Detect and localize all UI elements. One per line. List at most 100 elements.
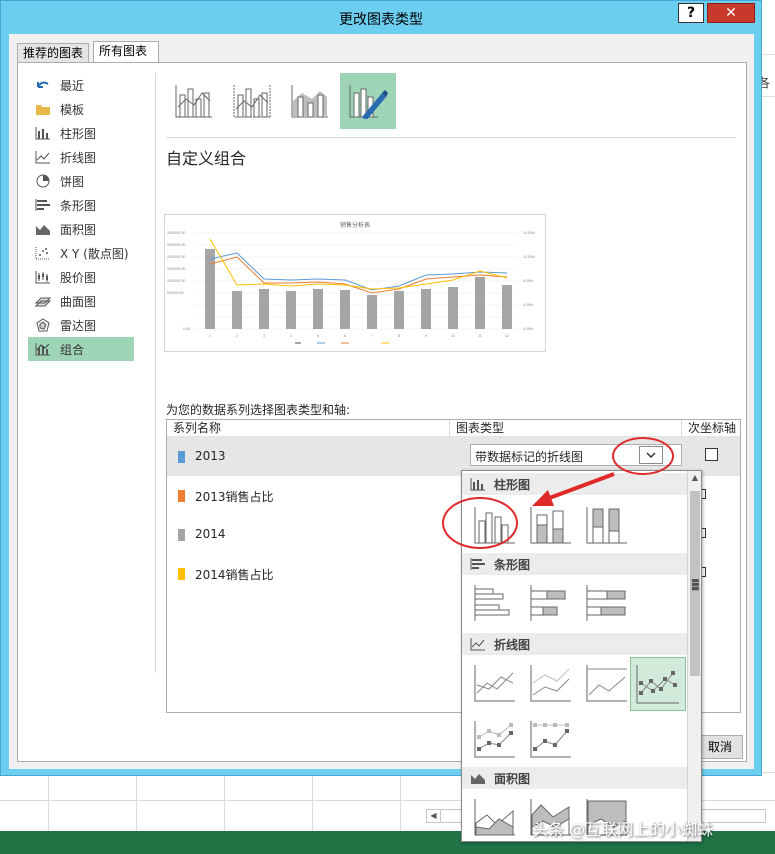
line-chart-icon [470, 637, 486, 651]
stock-chart-icon [34, 269, 52, 285]
sidebar-item-pie[interactable]: 饼图 [28, 169, 134, 193]
header-secondary-axis: 次坐标轴 [688, 421, 737, 435]
sidebar-item-surface[interactable]: 曲面图 [28, 289, 134, 313]
gallery-section-bar: 条形图 [462, 553, 687, 575]
area-icon[interactable] [469, 791, 521, 841]
series-name: 2014销售占比 [195, 568, 274, 582]
chart-type-value: 带数据标记的折线图 [475, 450, 584, 464]
dialog-title: 更改图表类型 [339, 12, 423, 28]
gallery-scrollbar[interactable]: ▲ ▬ ▬ ▬ [687, 471, 701, 841]
custom-combo-icon[interactable] [340, 73, 396, 129]
sidebar-item-bar[interactable]: 条形图 [28, 193, 134, 217]
svg-text:11: 11 [478, 334, 482, 338]
close-button[interactable]: ✕ [707, 3, 755, 23]
help-button[interactable]: ? [678, 3, 704, 23]
highlight-circle [612, 437, 674, 475]
sidebar-item-line[interactable]: 折线图 [28, 145, 134, 169]
stacked-line-icon[interactable] [525, 657, 577, 709]
series-color-swatch [178, 568, 185, 580]
bar-chart-icon [470, 557, 486, 571]
100-stacked-bar-icon[interactable] [581, 577, 633, 629]
sidebar-item-column[interactable]: 柱形图 [28, 121, 134, 145]
annotation-arrow-icon [532, 472, 615, 506]
svg-text:0.00: 0.00 [183, 327, 190, 331]
svg-text:14.00%: 14.00% [523, 231, 535, 235]
line-icon[interactable] [469, 657, 521, 709]
highlight-circle [442, 497, 518, 549]
sidebar-item-label: 雷达图 [60, 318, 97, 333]
chart-preview: 销售分析表 3000000.00 2500000.00 2000000.00 1… [164, 214, 546, 352]
sidebar-item-label: 模板 [60, 102, 85, 117]
sidebar-item-label: X Y (散点图) [60, 246, 129, 261]
tab-recommended[interactable]: 推荐的图表 [17, 43, 89, 63]
svg-text:5: 5 [317, 334, 319, 338]
watermark-text: 头条 @互联网上的小蜘蛛 [532, 820, 714, 839]
sidebar-item-label: 最近 [60, 78, 85, 93]
svg-text:3000000.00: 3000000.00 [167, 231, 186, 235]
100-stacked-line-markers-icon[interactable] [525, 713, 577, 765]
100-stacked-line-icon[interactable] [581, 657, 633, 709]
clustered-bar-icon[interactable] [469, 577, 521, 629]
svg-text:4: 4 [290, 334, 292, 338]
divider [155, 73, 156, 673]
sidebar-item-label: 折线图 [60, 150, 97, 165]
gallery-section-label: 条形图 [494, 558, 531, 572]
sidebar-item-label: 曲面图 [60, 294, 97, 309]
series-name: 2013 [195, 449, 226, 463]
sidebar-item-radar[interactable]: 雷达图 [28, 313, 134, 337]
line-with-markers-icon[interactable] [630, 657, 686, 711]
svg-text:12.00%: 12.00% [523, 255, 535, 259]
area-chart-icon [470, 771, 486, 785]
gallery-section-area: 面积图 [462, 767, 687, 789]
combo-area-column-icon[interactable] [282, 73, 338, 129]
svg-text:1500000.00: 1500000.00 [167, 267, 186, 271]
sidebar-item-scatter[interactable]: X Y (散点图) [28, 241, 134, 265]
svg-text:10: 10 [451, 334, 455, 338]
series-name: 2013销售占比 [195, 490, 274, 504]
svg-text:500000.00: 500000.00 [167, 291, 184, 295]
column-chart-icon [34, 125, 52, 141]
gallery-section-label: 面积图 [494, 772, 531, 786]
svg-text:1000000.00: 1000000.00 [167, 279, 186, 283]
divider [166, 137, 736, 138]
svg-text:9: 9 [425, 334, 427, 338]
area-chart-icon [34, 221, 52, 237]
sidebar-item-label: 饼图 [60, 174, 85, 189]
svg-text:8: 8 [398, 334, 400, 338]
combo-heading: 自定义组合 [166, 149, 247, 168]
sidebar-item-label: 股价图 [60, 270, 97, 285]
svg-text:6: 6 [344, 334, 346, 338]
header-series-name: 系列名称 [167, 420, 450, 436]
sidebar-item-stock[interactable]: 股价图 [28, 265, 134, 289]
sidebar-item-templates[interactable]: 模板 [28, 97, 134, 121]
sidebar-item-recent[interactable]: 最近 [28, 73, 134, 97]
secondary-axis-checkbox[interactable] [705, 448, 718, 461]
combo-clustered-column-line-icon[interactable] [166, 73, 222, 129]
stacked-bar-icon[interactable] [525, 577, 577, 629]
pie-chart-icon [34, 173, 52, 189]
series-color-swatch [178, 451, 185, 463]
scroll-left-icon[interactable]: ◀ [427, 810, 441, 822]
sidebar-item-combo[interactable]: 组合 [28, 337, 134, 361]
scatter-chart-icon [34, 245, 52, 261]
svg-text:7: 7 [371, 334, 373, 338]
combo-chart-icon [34, 341, 52, 357]
svg-text:2: 2 [236, 334, 238, 338]
radar-chart-icon [34, 317, 52, 333]
tab-all-charts[interactable]: 所有图表 [93, 41, 159, 64]
title-bar: 更改图表类型 ? ✕ [1, 1, 761, 34]
svg-text:3: 3 [263, 334, 265, 338]
scroll-grip-icon: ▬ ▬ ▬ [691, 576, 700, 594]
scroll-up-icon[interactable]: ▲ [688, 473, 701, 482]
stacked-line-markers-icon[interactable] [469, 713, 521, 765]
series-name: 2014 [195, 527, 226, 541]
sidebar-item-label: 柱形图 [60, 126, 97, 141]
combo-column-line-secondary-icon[interactable] [224, 73, 280, 129]
sidebar-item-area[interactable]: 面积图 [28, 217, 134, 241]
svg-text:8.00%: 8.00% [523, 279, 533, 283]
gallery-section-label: 柱形图 [494, 478, 531, 492]
chart-category-list: 最近 模板 柱形图 折线图 饼图 条形图 面积图 X Y (散点图) 股价图 曲… [28, 73, 140, 361]
column-chart-icon [470, 477, 486, 491]
bar-chart-icon [34, 197, 52, 213]
folder-icon [34, 101, 52, 117]
